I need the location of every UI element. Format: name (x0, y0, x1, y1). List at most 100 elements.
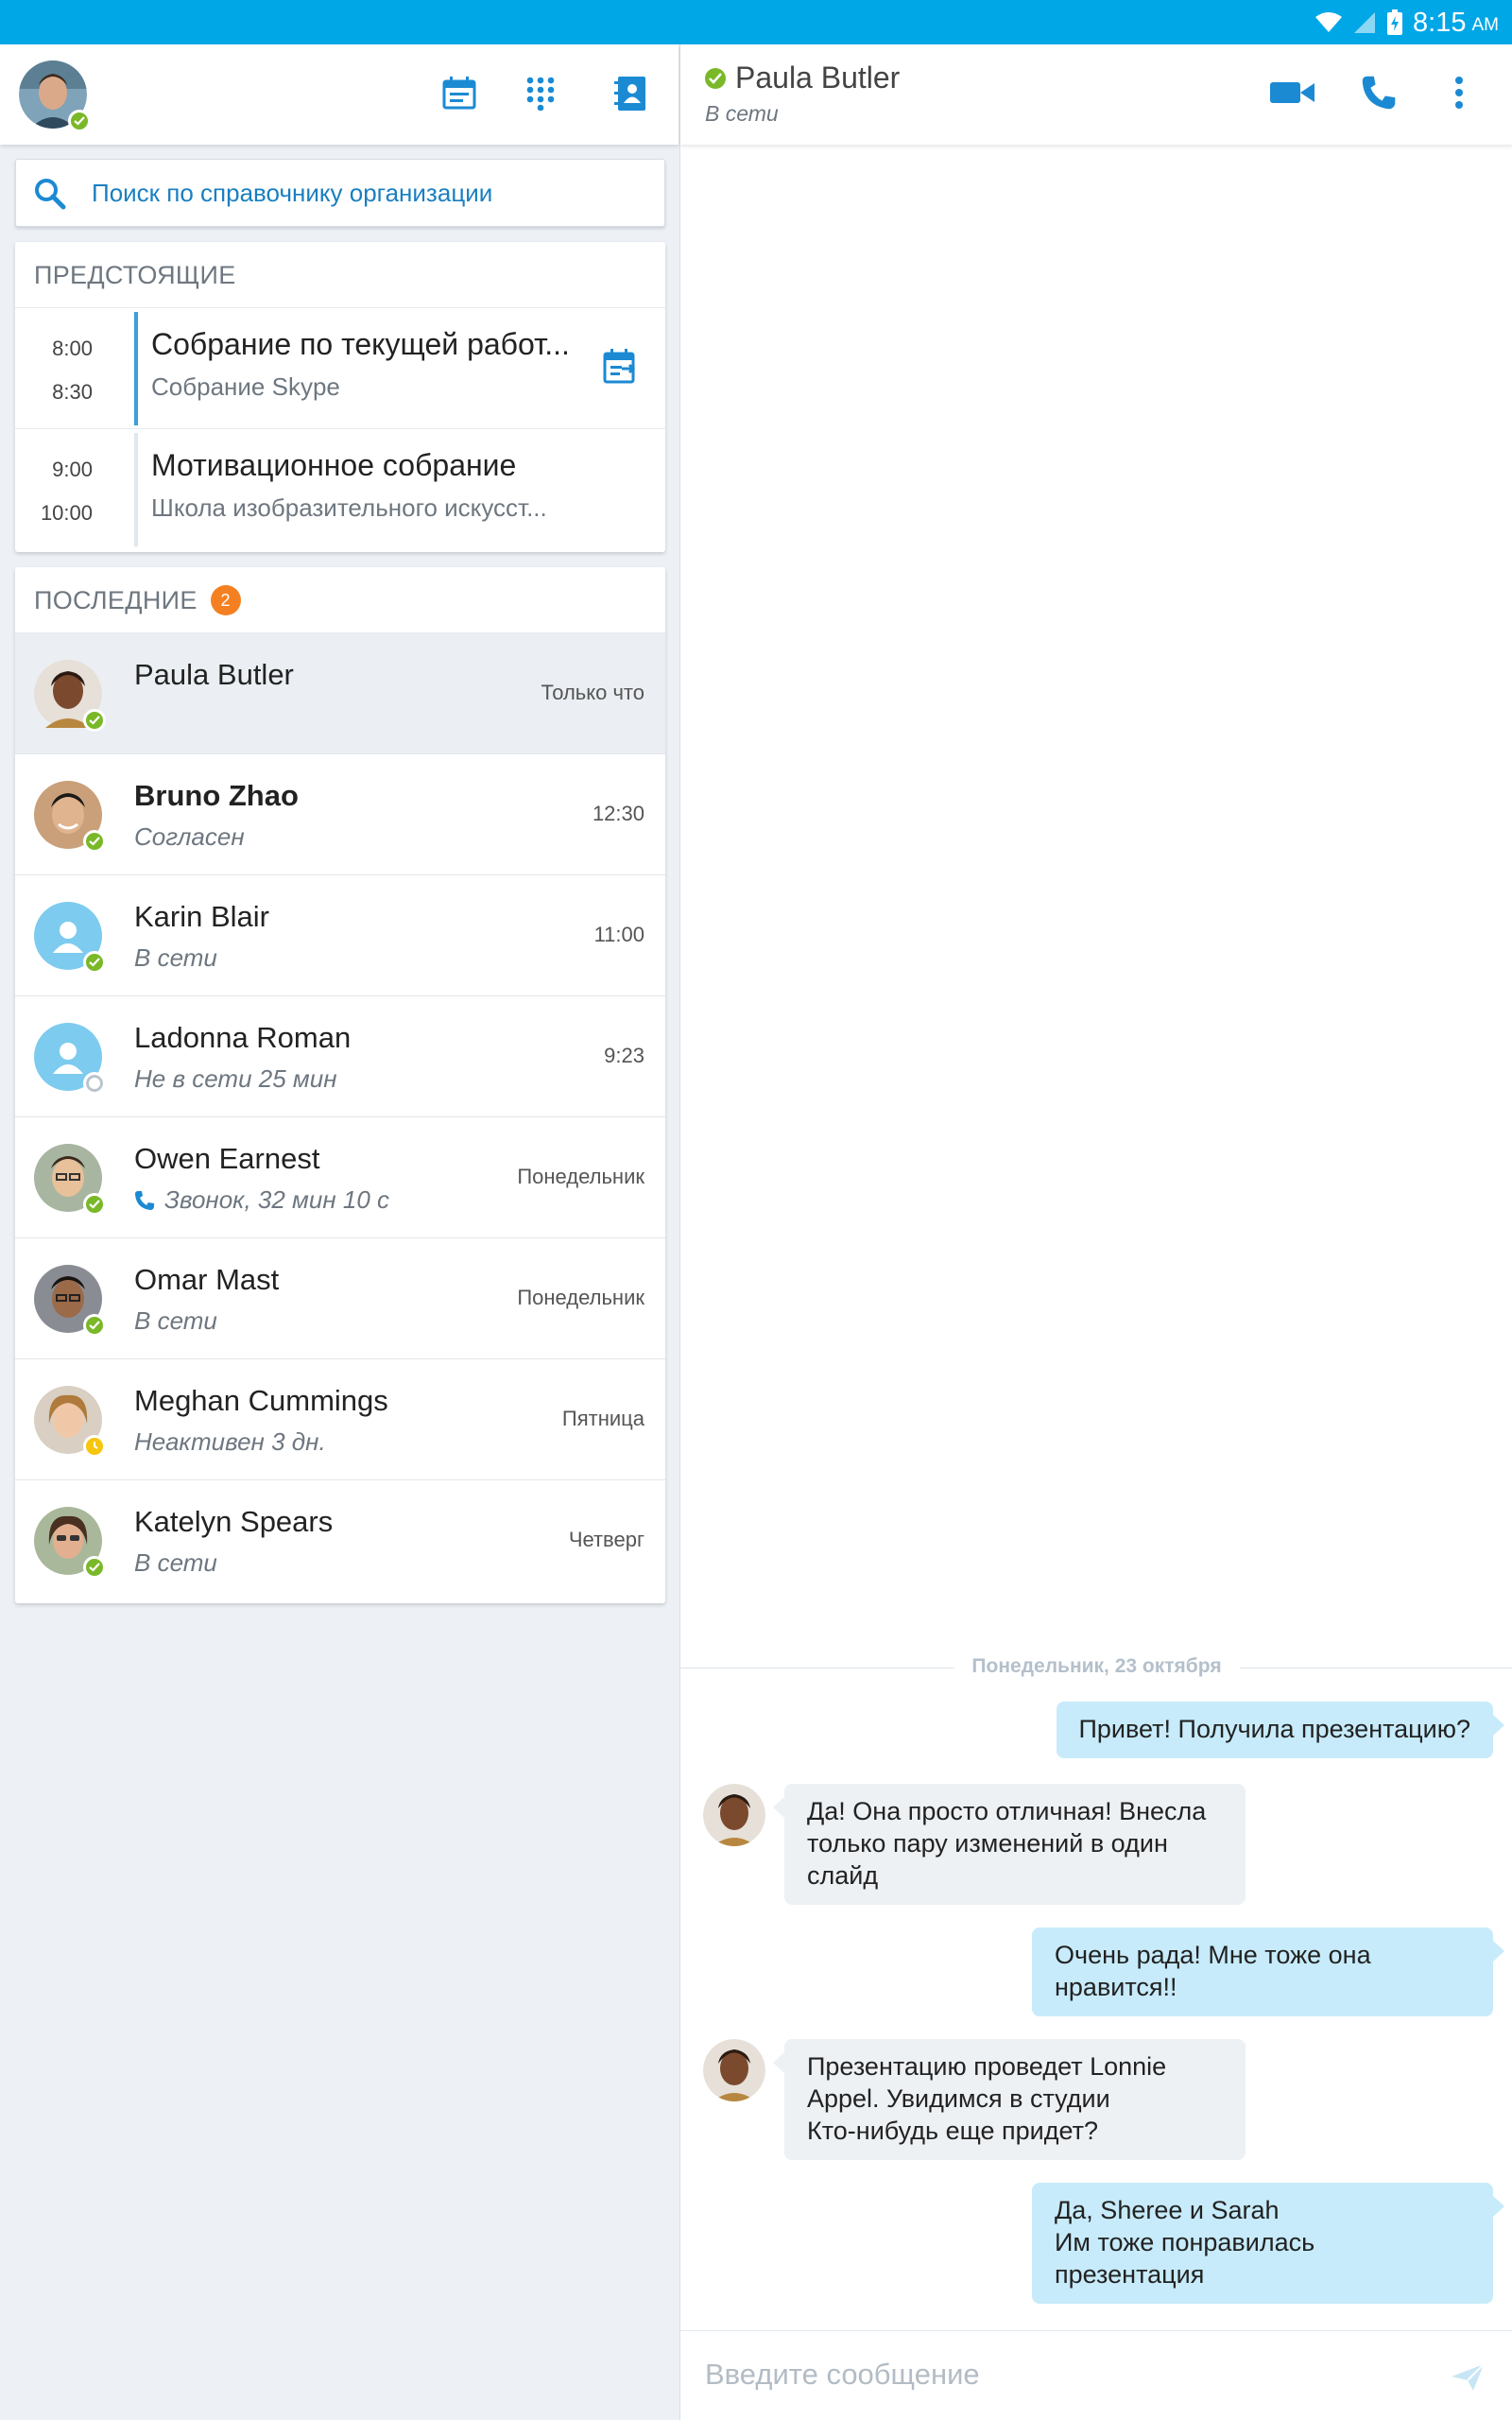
contact-row-ladonna-roman[interactable]: Ladonna Roman Не в сети 25 мин 9:23 (15, 996, 665, 1117)
contact-status: В сети (134, 1548, 217, 1578)
signal-icon (1354, 12, 1376, 33)
contact-time: Четверг (568, 1528, 644, 1551)
contact-status-text: В сети (134, 1548, 217, 1577)
presence-offline-icon (83, 1072, 106, 1095)
message-line: Им тоже понравилась (1055, 2228, 1315, 2256)
contact-time: 12:30 (592, 802, 644, 825)
conversation-pane: Paula Butler В сети Понедельник, 23 октя… (679, 44, 1512, 2420)
meeting-start-time: 9:00 (52, 458, 93, 481)
conversation-contact-status: В сети (705, 101, 779, 126)
contact-status-text: Звонок, 32 мин 10 с (164, 1185, 390, 1214)
meeting-start-time: 8:00 (52, 337, 93, 360)
contact-status-text: В сети (134, 1306, 217, 1335)
meetings-icon[interactable] (438, 73, 480, 114)
contact-time: 11:00 (593, 923, 644, 946)
recent-title: ПОСЛЕДНИЕ 2 (15, 567, 665, 633)
meeting-end-time: 8:30 (52, 380, 93, 404)
contact-status: Неактивен 3 дн. (134, 1427, 326, 1457)
meeting-item[interactable]: 8:00 8:30 Собрание по текущей работ... С… (15, 308, 665, 429)
message-outgoing[interactable]: Привет! Получила презентацию? (1056, 1702, 1504, 1758)
meeting-title: Собрание по текущей работ... (151, 327, 570, 361)
phone-call-icon (135, 1190, 154, 1210)
contact-status-text: Согласен (134, 822, 245, 851)
message-incoming[interactable]: Да! Она просто отличная! Внесла только п… (773, 1784, 1246, 1905)
conversation-contact-name[interactable]: Paula Butler (735, 60, 900, 95)
contact-time: Только что (541, 681, 644, 704)
send-icon[interactable] (1451, 2363, 1485, 2392)
search-icon (35, 179, 66, 210)
message-line: слайд (807, 1861, 879, 1890)
avatar (34, 1507, 106, 1579)
contact-status-text: Неактивен 3 дн. (134, 1427, 326, 1456)
message-composer[interactable]: Введите сообщение (680, 2330, 1512, 2420)
meeting-subtitle: Собрание Skype (151, 372, 340, 401)
sender-avatar (703, 2039, 765, 2101)
unread-badge: 2 (210, 585, 241, 615)
avatar (34, 1144, 106, 1216)
wifi-icon (1315, 12, 1343, 32)
contact-row-paula-butler[interactable]: Paula Butler Только что (15, 633, 665, 754)
search-placeholder: Поиск по справочнику организации (92, 179, 493, 207)
message-line: Очень рада! Мне тоже она (1055, 1941, 1371, 1969)
presence-away-icon (83, 1435, 106, 1458)
contact-row-bruno-zhao[interactable]: Bruno Zhao Согласен 12:30 (15, 754, 665, 875)
message-line: Привет! Получила презентацию? (1078, 1715, 1471, 1743)
contact-name: Paula Butler (134, 658, 294, 691)
upcoming-title: ПРЕДСТОЯЩИЕ (15, 242, 665, 308)
contact-status: В сети (134, 943, 217, 973)
contact-row-meghan-cummings[interactable]: Meghan Cummings Неактивен 3 дн. Пятница (15, 1359, 665, 1480)
contact-name: Karin Blair (134, 900, 269, 933)
recent-title-text: ПОСЛЕДНИЕ (34, 586, 198, 614)
message-line: Да! Она просто отличная! Внесла (807, 1797, 1207, 1825)
clock: 8:15 (1413, 7, 1467, 38)
message-line: Презентацию проведет Lonnie (807, 2052, 1167, 2081)
message-line: нравится!! (1055, 1973, 1177, 2001)
message-line: Кто-нибудь еще придет? (807, 2117, 1099, 2145)
meeting-item[interactable]: 9:00 10:00 Мотивационное собрание Школа … (15, 429, 665, 550)
contact-status-text: В сети (134, 943, 217, 972)
sender-avatar (703, 1784, 765, 1846)
contact-row-owen-earnest[interactable]: Owen Earnest Звонок, 32 мин 10 с Понедел… (15, 1117, 665, 1238)
date-separator: Понедельник, 23 октября (680, 1653, 1512, 1682)
message-incoming[interactable]: Презентацию проведет Lonnie Appel. Увиди… (773, 2039, 1246, 2160)
presence-online-icon (83, 1193, 106, 1216)
message-line: Да, Sheree и Sarah (1055, 2196, 1280, 2224)
contacts-icon[interactable] (610, 73, 651, 114)
video-call-icon[interactable] (1266, 69, 1319, 116)
avatar (34, 1386, 106, 1458)
message-outgoing[interactable]: Очень рада! Мне тоже она нравится!! (1032, 1927, 1504, 2016)
status-bar: 8:15 AM (0, 0, 1512, 44)
contact-name: Ladonna Roman (134, 1021, 352, 1054)
join-meeting-icon[interactable] (603, 348, 637, 386)
message-outgoing[interactable]: Да, Sheree и Sarah Им тоже понравилась п… (1032, 2183, 1504, 2304)
contact-name: Meghan Cummings (134, 1384, 388, 1417)
search-directory-input[interactable]: Поиск по справочнику организации (15, 159, 665, 227)
more-options-icon[interactable] (1442, 69, 1476, 116)
contact-status-text: Не в сети 25 мин (134, 1064, 337, 1093)
presence-online-icon (705, 68, 726, 89)
upcoming-title-text: ПРЕДСТОЯЩИЕ (34, 261, 236, 289)
phone-call-icon[interactable] (1355, 69, 1402, 116)
date-separator-label: Понедельник, 23 октября (971, 1655, 1222, 1677)
presence-online-icon (83, 1314, 106, 1337)
contact-status: Звонок, 32 мин 10 с (134, 1185, 389, 1215)
contact-name: Omar Mast (134, 1263, 280, 1296)
dialpad-icon[interactable] (520, 73, 561, 114)
avatar (34, 1265, 106, 1337)
meeting-active-bar (134, 312, 138, 425)
contact-name: Owen Earnest (134, 1142, 320, 1175)
contact-time: 9:23 (604, 1044, 644, 1067)
contact-time: Понедельник (517, 1286, 644, 1309)
avatar (34, 660, 106, 732)
contact-time: Пятница (561, 1407, 644, 1430)
contact-row-karin-blair[interactable]: Karin Blair В сети 11:00 (15, 875, 665, 996)
conversation-header: Paula Butler В сети (680, 44, 1512, 145)
presence-online-icon (83, 830, 106, 853)
contact-row-omar-mast[interactable]: Omar Mast В сети Понедельник (15, 1238, 665, 1359)
contact-row-katelyn-spears[interactable]: Katelyn Spears В сети Четверг (15, 1480, 665, 1601)
clock-ampm: AM (1471, 15, 1500, 35)
presence-online-icon (83, 709, 106, 732)
contact-name: Katelyn Spears (134, 1505, 334, 1538)
my-avatar[interactable] (19, 60, 91, 132)
avatar (34, 1023, 106, 1095)
